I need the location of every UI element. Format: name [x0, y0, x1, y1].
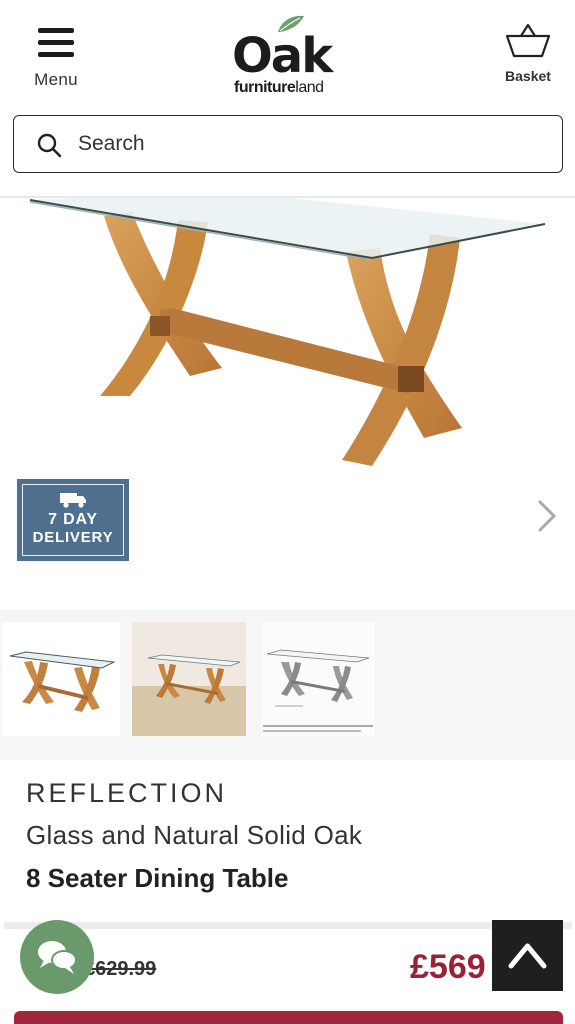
truck-icon — [60, 493, 86, 508]
basket-button[interactable]: Basket — [494, 22, 562, 88]
hamburger-icon — [38, 26, 74, 58]
delivery-label: DELIVERY — [32, 529, 114, 546]
price-divider — [4, 922, 572, 929]
chat-icon — [38, 941, 77, 974]
chevron-right-icon[interactable] — [532, 496, 560, 536]
product-collection: REFLECTION — [26, 778, 228, 808]
delivery-days: 7 DAY — [48, 511, 98, 528]
search-icon[interactable] — [36, 132, 62, 158]
chevron-up-icon — [508, 943, 547, 969]
basket-label: Basket — [505, 68, 551, 84]
menu-button[interactable]: Menu — [26, 26, 86, 90]
logo-wordmark: Oak — [232, 28, 333, 84]
thumbnail-room[interactable] — [132, 622, 246, 736]
search-input[interactable] — [78, 126, 538, 162]
thumbnail-strip — [0, 610, 575, 760]
scroll-to-top-button[interactable] — [492, 920, 563, 991]
search-bar — [13, 115, 563, 173]
logo-subtitle: furnitureland — [234, 79, 324, 96]
basket-icon — [505, 23, 551, 58]
chat-button[interactable] — [20, 920, 94, 994]
oak-furnitureland-logo[interactable]: Oak furnitureland — [228, 14, 352, 96]
thumbnail-dimensions[interactable] — [261, 622, 375, 736]
add-to-basket-bar[interactable] — [14, 1011, 563, 1024]
now-price: £569 — [410, 948, 486, 986]
menu-label: Menu — [34, 70, 78, 89]
was-price: £629.99 — [84, 958, 157, 980]
product-description: Glass and Natural Solid Oak — [26, 820, 363, 850]
product-name: 8 Seater Dining Table — [26, 863, 289, 893]
site-header: Menu Oak furnitureland Basket — [0, 0, 575, 100]
thumbnail-product[interactable] — [2, 622, 120, 736]
delivery-badge: 7 DAY DELIVERY — [17, 479, 129, 561]
